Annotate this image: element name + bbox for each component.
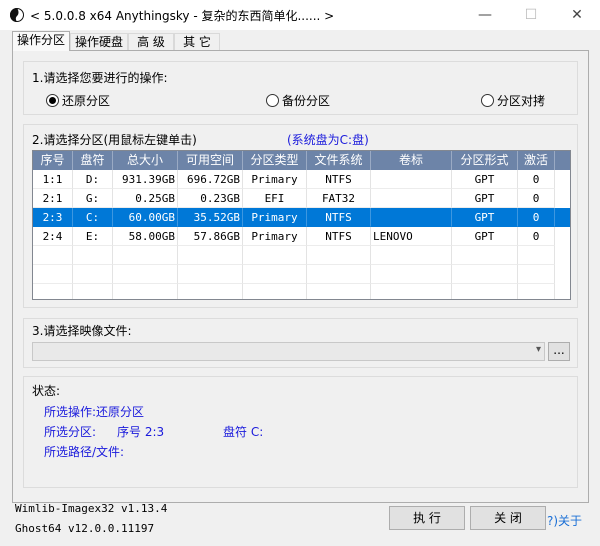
tab-operate-partition[interactable]: 操作分区	[12, 31, 70, 51]
col-drive[interactable]: 盘符	[73, 151, 113, 170]
cell-partition-style: GPT	[452, 227, 518, 246]
col-partition-style[interactable]: 分区形式	[452, 151, 518, 170]
clone-label[interactable]: 分区对拷	[497, 92, 545, 109]
cell-index: 2:4	[33, 227, 73, 246]
cell-drive: C:	[73, 208, 113, 227]
table-header: 序号 盘符 总大小 可用空间 分区类型 文件系统 卷标 分区形式 激活	[33, 151, 570, 170]
cell-total-size: 931.39GB	[113, 170, 178, 189]
status-partition-drive: 盘符 C:	[223, 425, 264, 439]
title-bar[interactable]: < 5.0.0.8 x64 Anythingsky - 复杂的东西简单化....…	[0, 0, 600, 30]
col-total-size[interactable]: 总大小	[113, 151, 178, 170]
col-index[interactable]: 序号	[33, 151, 73, 170]
wimlib-version: Wimlib-Imagex32 v1.13.4	[15, 502, 168, 515]
table-row[interactable]: 2:4 E: 58.00GB 57.86GB Primary NTFS LENO…	[33, 227, 570, 246]
operation-label: 1.请选择您要进行的操作:	[32, 71, 168, 85]
cell-total-size: 60.00GB	[113, 208, 178, 227]
status-label: 状态:	[32, 384, 61, 398]
col-active[interactable]: 激活	[518, 151, 555, 170]
cell-active: 0	[518, 227, 555, 246]
execute-button[interactable]: 执 行	[389, 506, 465, 530]
tab-other[interactable]: 其 它	[174, 33, 220, 50]
backup-radio[interactable]	[266, 94, 279, 107]
backup-label[interactable]: 备份分区	[282, 92, 330, 109]
chevron-down-icon[interactable]: ▾	[536, 344, 541, 355]
status-partition-index: 序号 2:3	[117, 425, 165, 439]
cell-partition-type: Primary	[243, 227, 307, 246]
window-title: < 5.0.0.8 x64 Anythingsky - 复杂的东西简单化....…	[30, 9, 335, 23]
col-volume-label[interactable]: 卷标	[371, 151, 452, 170]
empty-row	[33, 246, 570, 265]
cell-filesystem: NTFS	[307, 170, 371, 189]
cell-partition-type: Primary	[243, 170, 307, 189]
browse-button[interactable]: ...	[548, 342, 570, 361]
cell-partition-type: Primary	[243, 208, 307, 227]
status-operation: 所选操作:还原分区	[44, 405, 145, 419]
cell-drive: D:	[73, 170, 113, 189]
maximize-button[interactable]: ☐	[508, 0, 554, 30]
app-window: < 5.0.0.8 x64 Anythingsky - 复杂的东西简单化....…	[0, 0, 600, 546]
cell-free-space: 35.52GB	[178, 208, 243, 227]
status-partition-prefix: 所选分区:	[44, 425, 97, 439]
image-file-combo[interactable]: ▾	[32, 342, 545, 361]
cell-index: 2:1	[33, 189, 73, 208]
cell-active: 0	[518, 208, 555, 227]
cell-drive: E:	[73, 227, 113, 246]
cell-volume-label	[371, 170, 452, 189]
cell-volume-label	[371, 189, 452, 208]
status-path: 所选路径/文件:	[44, 445, 125, 459]
cell-index: 1:1	[33, 170, 73, 189]
partition-table[interactable]: 序号 盘符 总大小 可用空间 分区类型 文件系统 卷标 分区形式 激活 1:1 …	[32, 150, 571, 300]
cell-free-space: 57.86GB	[178, 227, 243, 246]
restore-label[interactable]: 还原分区	[62, 92, 110, 109]
col-partition-type[interactable]: 分区类型	[243, 151, 307, 170]
image-file-label: 3.请选择映像文件:	[32, 324, 132, 338]
cell-total-size: 58.00GB	[113, 227, 178, 246]
app-icon	[10, 8, 24, 22]
restore-radio[interactable]	[46, 94, 59, 107]
system-disk-note: (系统盘为C:盘)	[287, 133, 369, 147]
cell-active: 0	[518, 189, 555, 208]
cell-free-space: 696.72GB	[178, 170, 243, 189]
about-link[interactable]: ?)关于	[547, 512, 582, 529]
close-window-button[interactable]: ✕	[554, 0, 600, 30]
cell-volume-label: LENOVO	[371, 227, 452, 246]
header-filler	[555, 151, 570, 170]
cell-filesystem: FAT32	[307, 189, 371, 208]
close-button[interactable]: 关 闭	[470, 506, 546, 530]
partition-label: 2.请选择分区(用鼠标左键单击)	[32, 133, 197, 147]
tab-operate-disk[interactable]: 操作硬盘	[70, 33, 128, 50]
col-filesystem[interactable]: 文件系统	[307, 151, 371, 170]
ghost-version: Ghost64 v12.0.0.11197	[15, 522, 155, 535]
cell-partition-style: GPT	[452, 189, 518, 208]
cell-partition-style: GPT	[452, 170, 518, 189]
cell-free-space: 0.23GB	[178, 189, 243, 208]
table-row[interactable]: 2:1 G: 0.25GB 0.23GB EFI FAT32 GPT 0	[33, 189, 570, 208]
cell-filesystem: NTFS	[307, 227, 371, 246]
clone-radio[interactable]	[481, 94, 494, 107]
cell-active: 0	[518, 170, 555, 189]
cell-filesystem: NTFS	[307, 208, 371, 227]
cell-volume-label	[371, 208, 452, 227]
cell-total-size: 0.25GB	[113, 189, 178, 208]
cell-partition-type: EFI	[243, 189, 307, 208]
minimize-button[interactable]: —	[462, 0, 508, 30]
cell-drive: G:	[73, 189, 113, 208]
col-free-space[interactable]: 可用空间	[178, 151, 243, 170]
status-group	[23, 376, 578, 488]
empty-row	[33, 284, 570, 299]
empty-row	[33, 265, 570, 284]
cell-partition-style: GPT	[452, 208, 518, 227]
table-row[interactable]: 1:1 D: 931.39GB 696.72GB Primary NTFS GP…	[33, 170, 570, 189]
tab-advanced[interactable]: 高 级	[128, 33, 174, 50]
table-row-selected[interactable]: 2:3 C: 60.00GB 35.52GB Primary NTFS GPT …	[33, 208, 570, 227]
cell-index: 2:3	[33, 208, 73, 227]
